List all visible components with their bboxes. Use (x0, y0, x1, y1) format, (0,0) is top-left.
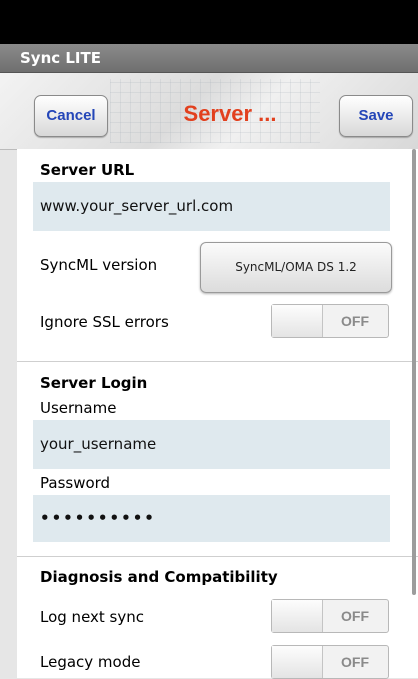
save-button[interactable]: Save (339, 95, 413, 137)
section-title-diagnosis: Diagnosis and Compatibility (40, 568, 278, 586)
status-bar (0, 0, 418, 44)
username-label: Username (40, 399, 117, 417)
toggle-knob (272, 646, 323, 678)
section-divider (17, 361, 418, 362)
ignore-ssl-label: Ignore SSL errors (40, 313, 169, 331)
legacy-mode-toggle[interactable]: OFF (271, 645, 389, 679)
toggle-state: OFF (341, 608, 369, 624)
toggle-knob (272, 600, 323, 632)
username-field[interactable]: your_username (33, 420, 390, 469)
ignore-ssl-toggle[interactable]: OFF (271, 304, 389, 338)
password-field[interactable]: •••••••••• (33, 495, 390, 542)
section-title-server-url: Server URL (40, 161, 135, 179)
app-title-bar: Sync LITE (0, 44, 418, 73)
section-divider (17, 556, 418, 557)
toggle-state: OFF (341, 654, 369, 670)
legacy-mode-label: Legacy mode (40, 653, 141, 671)
syncml-version-label: SyncML version (40, 256, 158, 274)
screen-title: Server ... (183, 101, 277, 126)
toolbar: Cancel Server ... Save (0, 73, 418, 150)
password-label: Password (40, 474, 111, 492)
scrollbar[interactable] (412, 149, 416, 595)
toggle-state: OFF (341, 313, 369, 329)
app-title: Sync LITE (20, 49, 101, 67)
server-url-field[interactable]: www.your_server_url.com (33, 182, 390, 231)
toggle-knob (272, 305, 323, 337)
section-title-server-login: Server Login (40, 374, 148, 392)
syncml-version-select[interactable]: SyncML/OMA DS 1.2 (200, 242, 392, 293)
cancel-button[interactable]: Cancel (34, 95, 108, 137)
settings-form: Server URL www.your_server_url.com SyncM… (17, 149, 418, 679)
log-next-sync-label: Log next sync (40, 608, 145, 626)
log-next-sync-toggle[interactable]: OFF (271, 599, 389, 633)
